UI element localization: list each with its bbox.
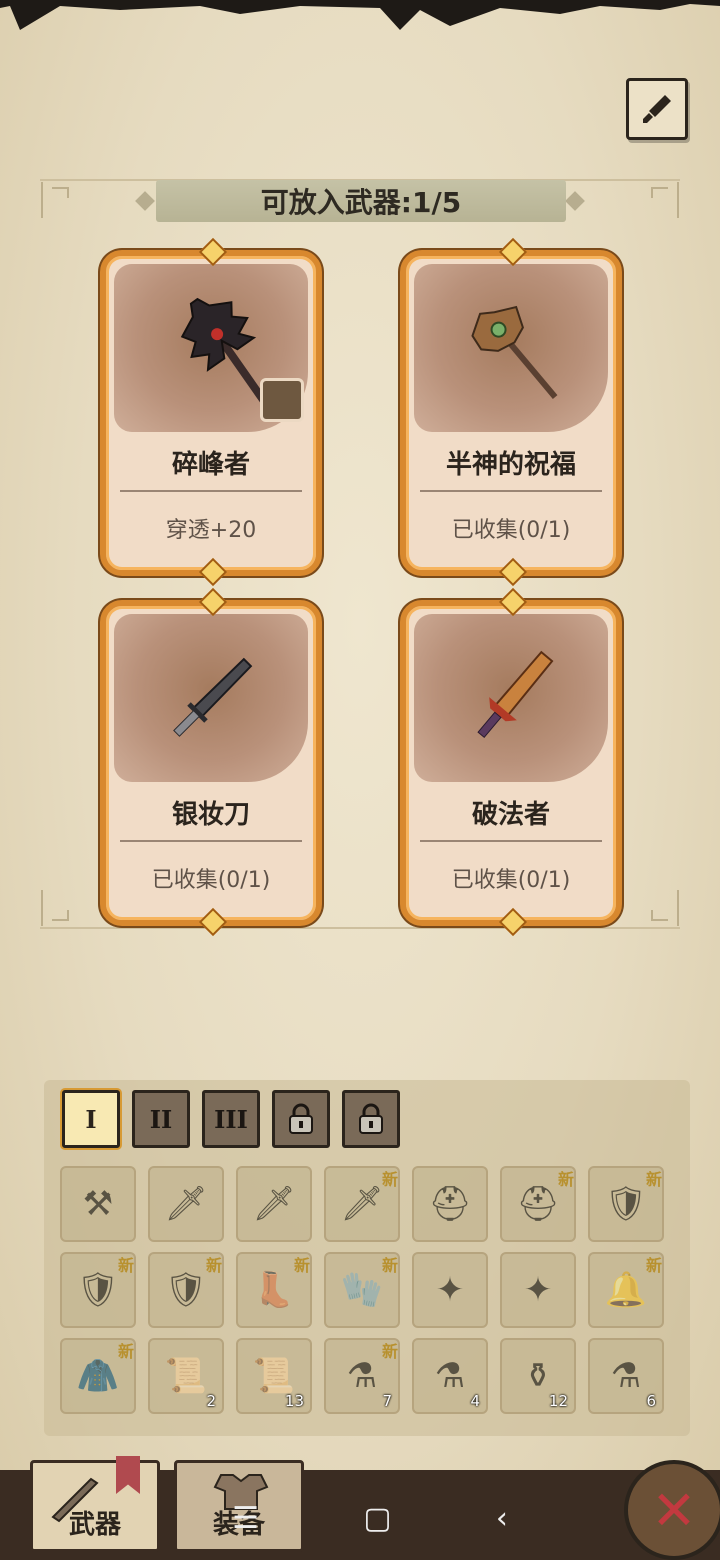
card-name: 半神的祝福 xyxy=(445,450,576,480)
tier-tab-1[interactable]: I xyxy=(62,1090,120,1148)
new-badge: 新 xyxy=(293,1256,310,1275)
menu-nav-button[interactable]: ☰ xyxy=(232,1501,259,1536)
tier-tab-3[interactable]: III xyxy=(202,1090,260,1148)
weapon-capacity-header: 可放入武器:1/5 xyxy=(156,180,566,222)
inventory-item[interactable]: 🔔 新 xyxy=(588,1252,664,1328)
inventory-item[interactable]: 🗡 xyxy=(236,1166,312,1242)
system-navbar: ☰ ▢ ‹ xyxy=(180,1478,560,1558)
inventory-item[interactable]: 👢 新 xyxy=(236,1252,312,1328)
tier-tab-5-locked[interactable] xyxy=(342,1090,400,1148)
tier-tab-4-locked[interactable] xyxy=(272,1090,330,1148)
weapon-card-banshen[interactable]: 半神的祝福 已收集(0/1) xyxy=(400,237,622,587)
new-badge: 新 xyxy=(117,1256,134,1275)
horned-helmet-icon: ⛑ xyxy=(428,1184,472,1224)
card-divider xyxy=(120,490,302,492)
inventory-item[interactable]: 🧤 新 xyxy=(324,1252,400,1328)
new-badge: 新 xyxy=(381,1256,398,1275)
card-divider xyxy=(420,490,602,492)
tab-weapons[interactable]: 武器 xyxy=(30,1460,160,1552)
back-nav-button[interactable]: ‹ xyxy=(496,1501,508,1536)
inventory-item[interactable]: 📜 2 xyxy=(148,1338,224,1414)
inventory-item[interactable]: 🛡 新 xyxy=(60,1252,136,1328)
inventory-item[interactable]: ⚗ 6 xyxy=(588,1338,664,1414)
card-name: 碎峰者 xyxy=(171,450,250,480)
inventory-item[interactable]: 🧥 新 xyxy=(60,1338,136,1414)
tier-label: I xyxy=(85,1104,97,1134)
weapon-card-yinzhuangdao[interactable]: 银妆刀 已收集(0/1) xyxy=(100,587,322,937)
item-count: 13 xyxy=(284,1392,304,1410)
inventory-item[interactable]: ⚗ 4 xyxy=(412,1338,488,1414)
inventory-item[interactable]: 📜 13 xyxy=(236,1338,312,1414)
inventory-item[interactable]: ⚱ 12 xyxy=(500,1338,576,1414)
weapon-capacity-label: 可放入武器:1/5 xyxy=(260,186,462,219)
lock-icon xyxy=(359,1103,383,1134)
item-count: 4 xyxy=(470,1392,480,1410)
inventory-item[interactable]: 🗡 xyxy=(148,1166,224,1242)
inventory-item[interactable]: ⚗ 新 7 xyxy=(324,1338,400,1414)
flame-sword-icon xyxy=(477,650,554,739)
card-stat: 穿透+20 xyxy=(165,518,257,543)
new-badge: 新 xyxy=(205,1256,222,1275)
tab-label: 武器 xyxy=(68,1510,121,1540)
inventory-item[interactable]: 🛡 新 xyxy=(588,1166,664,1242)
new-badge: 新 xyxy=(557,1170,574,1189)
leaf-axe-icon: ⚒ xyxy=(82,1184,114,1224)
weapon-card-suifengzhe[interactable]: 碎峰者 穿透+20 xyxy=(100,237,322,587)
item-count: 2 xyxy=(206,1392,216,1410)
item-count: 12 xyxy=(548,1392,568,1410)
edit-button[interactable] xyxy=(626,78,688,140)
item-count: 7 xyxy=(382,1392,392,1410)
equip-slot[interactable] xyxy=(260,378,304,422)
card-divider xyxy=(120,840,302,842)
inventory-item[interactable]: ✦ xyxy=(412,1252,488,1328)
tier-label: II xyxy=(149,1104,173,1134)
ornate-emblem-icon: ✦ xyxy=(435,1270,465,1310)
new-badge: 新 xyxy=(117,1342,134,1361)
inventory-item[interactable]: ⛑ 新 xyxy=(500,1166,576,1242)
silver-dagger-icon xyxy=(173,657,253,737)
weapon-card-pofazhe[interactable]: 破法者 已收集(0/1) xyxy=(400,587,622,937)
new-badge: 新 xyxy=(645,1256,662,1275)
home-nav-button[interactable]: ▢ xyxy=(363,1501,391,1536)
new-badge: 新 xyxy=(381,1342,398,1361)
item-count: 6 xyxy=(646,1392,656,1410)
card-art xyxy=(414,264,608,432)
card-stat: 已收集(0/1) xyxy=(451,868,571,893)
card-stat: 已收集(0/1) xyxy=(151,868,271,893)
card-name: 破法者 xyxy=(471,800,550,830)
card-divider xyxy=(420,840,602,842)
tier-tab-2[interactable]: II xyxy=(132,1090,190,1148)
new-badge: 新 xyxy=(645,1170,662,1189)
dragon-emblem-icon: ✦ xyxy=(523,1270,553,1310)
card-art xyxy=(114,614,308,782)
leaf-axe-icon xyxy=(471,305,558,399)
card-stat: 已收集(0/1) xyxy=(451,518,571,543)
torn-top-edge xyxy=(0,0,720,30)
inventory-item[interactable]: 🗡 新 xyxy=(324,1166,400,1242)
lock-icon xyxy=(289,1103,313,1134)
card-name: 银妆刀 xyxy=(171,800,250,830)
tier-label: III xyxy=(214,1104,248,1134)
inventory-item[interactable]: 🛡 新 xyxy=(148,1252,224,1328)
curved-blade-icon: 🗡 xyxy=(252,1184,296,1224)
brush-icon xyxy=(643,95,671,123)
close-icon: ✕ xyxy=(651,1478,697,1542)
inventory-item[interactable]: ✦ xyxy=(500,1252,576,1328)
close-button[interactable]: ✕ xyxy=(624,1460,720,1560)
bone-sword-icon: 🗡 xyxy=(164,1184,208,1224)
card-art xyxy=(414,614,608,782)
inventory-item[interactable]: ⛑ xyxy=(412,1166,488,1242)
new-badge: 新 xyxy=(381,1170,398,1189)
inventory-item[interactable]: ⚒ xyxy=(60,1166,136,1242)
